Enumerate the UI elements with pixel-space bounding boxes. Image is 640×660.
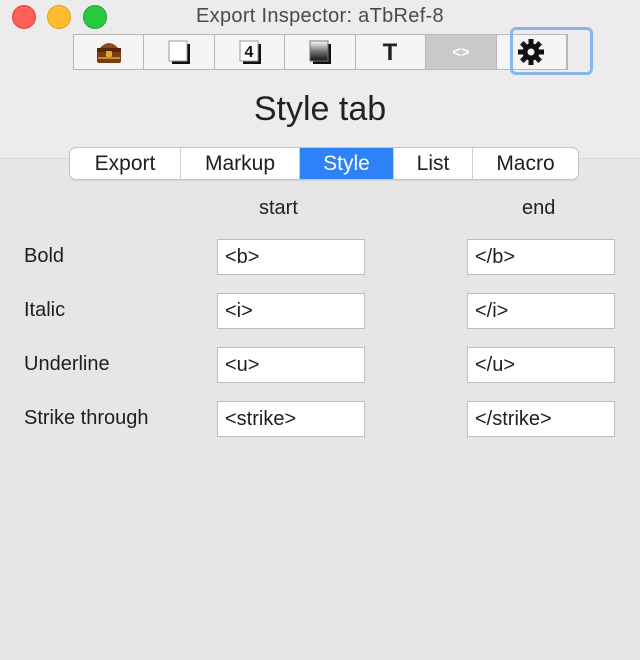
strike-start-field[interactable] xyxy=(217,401,365,437)
blank-page-icon xyxy=(168,40,191,64)
window-title: Export Inspector: aTbRef-8 xyxy=(196,5,444,27)
title-bar: Export Inspector: aTbRef-8 xyxy=(0,0,640,34)
number-four-icon: 4 xyxy=(239,40,261,64)
start-column-header: start xyxy=(259,197,298,219)
underline-end-field[interactable] xyxy=(467,347,615,383)
inspector-toolbar: 4 T <> Style tab xyxy=(0,27,640,159)
tab-macro[interactable]: Macro xyxy=(473,148,578,179)
code-brackets-button[interactable]: <> xyxy=(426,35,497,69)
gear-button[interactable] xyxy=(497,35,567,69)
svg-text:<>: <> xyxy=(452,44,470,61)
tab-export[interactable]: Export xyxy=(70,148,181,179)
text-t-button[interactable]: T xyxy=(356,35,427,69)
end-column-header: end xyxy=(522,197,556,219)
text-t-icon: T xyxy=(383,39,398,66)
italic-end-field[interactable] xyxy=(467,293,615,329)
export-treasure-button[interactable] xyxy=(74,35,145,69)
underline-start-field[interactable] xyxy=(217,347,365,383)
bold-end-field[interactable] xyxy=(467,239,615,275)
tab-list[interactable]: List xyxy=(394,148,473,179)
svg-text:4: 4 xyxy=(244,44,253,61)
gradient-square-icon xyxy=(309,40,331,64)
inspector-tabs: Export Markup Style List Macro xyxy=(69,147,579,180)
underline-label: Underline xyxy=(24,353,110,375)
svg-text:T: T xyxy=(383,39,398,66)
tab-markup[interactable]: Markup xyxy=(181,148,300,179)
bold-start-field[interactable] xyxy=(217,239,365,275)
export-treasure-icon xyxy=(96,43,121,63)
strike-through-label: Strike through xyxy=(24,407,149,429)
tab-style[interactable]: Style xyxy=(300,148,394,179)
page-title: Style tab xyxy=(253,90,387,128)
gear-icon xyxy=(518,39,545,65)
bold-label: Bold xyxy=(24,245,65,267)
gradient-square-button[interactable] xyxy=(285,35,356,69)
strike-end-field[interactable] xyxy=(467,401,615,437)
blank-page-button[interactable] xyxy=(144,35,215,69)
code-brackets-icon: <> xyxy=(452,44,470,61)
export-inspector-window: Export Inspector: aTbRef-8 4 T <> Style … xyxy=(0,0,640,660)
inspector-icon-bar: 4 T <> xyxy=(73,27,593,75)
number-four-button[interactable]: 4 xyxy=(215,35,286,69)
italic-label: Italic xyxy=(24,299,66,321)
italic-start-field[interactable] xyxy=(217,293,365,329)
